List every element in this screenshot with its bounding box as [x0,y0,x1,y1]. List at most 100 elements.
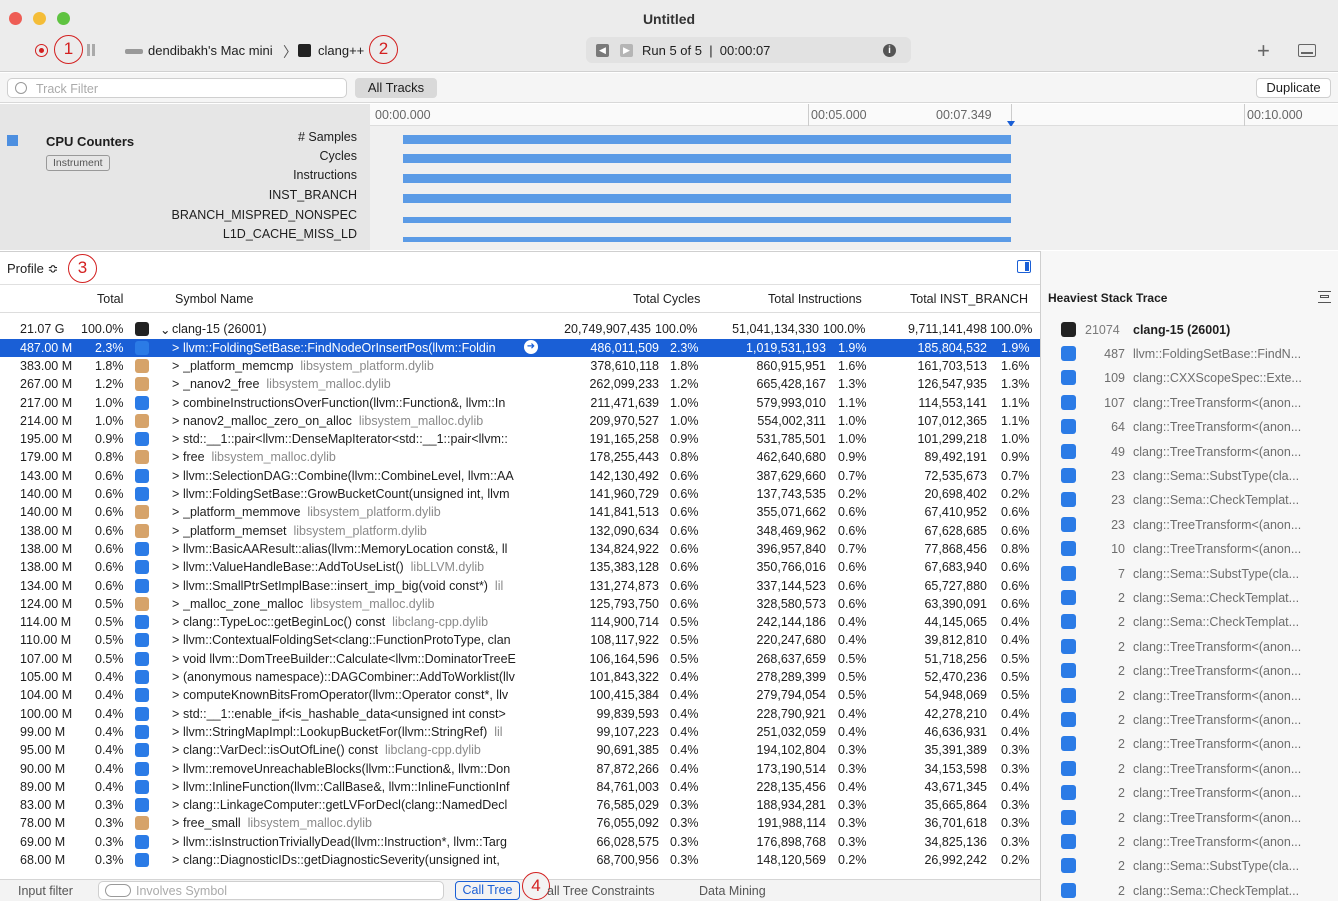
table-row[interactable]: 134.00 M 0.6% > llvm::SmallPtrSetImplBase::… [0,577,1040,595]
heaviest-item[interactable]: 23 clang::TreeTransform<(anon... [1041,513,1338,537]
disclosure-right-icon[interactable]: > [172,505,179,519]
involves-symbol-input[interactable]: Involves Symbol [98,881,444,900]
device-label[interactable]: dendibakh's Mac mini [148,43,273,58]
heaviest-item[interactable]: 49 clang::TreeTransform<(anon... [1041,440,1338,464]
table-row[interactable]: 138.00 M 0.6% > llvm::ValueHandleBase::AddT… [0,558,1040,576]
disclosure-right-icon[interactable]: > [172,560,179,574]
disclosure-right-icon[interactable]: > [172,780,179,794]
panel-toggle-icon[interactable] [1298,44,1316,57]
table-row[interactable]: 100.00 M 0.4% > std::__1::enable_if<is_hash… [0,705,1040,723]
disclosure-right-icon[interactable]: > [172,688,179,702]
heaviest-item[interactable]: 107 clang::TreeTransform<(anon... [1041,391,1338,415]
data-mining-tab[interactable]: Data Mining [699,884,766,898]
table-row[interactable]: 214.00 M 1.0% > nanov2_malloc_zero_on_alloc… [0,412,1040,430]
heaviest-item[interactable]: 10 clang::TreeTransform<(anon... [1041,537,1338,561]
heaviest-item[interactable]: 2 clang::TreeTransform<(anon... [1041,757,1338,781]
disclosure-right-icon[interactable]: > [172,816,179,830]
record-button[interactable] [35,44,48,57]
table-row[interactable]: 143.00 M 0.6% > llvm::SelectionDAG::Combine… [0,467,1040,485]
col-total-cycles[interactable]: Total Cycles [633,292,700,306]
track-filter-input[interactable]: Track Filter [7,78,347,98]
heaviest-item[interactable]: 2 clang::TreeTransform<(anon... [1041,830,1338,854]
disclosure-right-icon[interactable]: > [172,633,179,647]
pause-icon[interactable] [87,44,90,56]
disclosure-right-icon[interactable]: > [172,432,179,446]
call-tree-tab[interactable]: Call Tree [455,881,520,900]
heaviest-item[interactable]: 2 clang::Sema::CheckTemplat... [1041,879,1338,903]
table-row-root[interactable]: 21.07 G 100.0% ⌄ clang-15 (26001) 20,749… [0,320,1040,338]
heaviest-item[interactable]: 2 clang::Sema::CheckTemplat... [1041,586,1338,610]
table-row[interactable]: 90.00 M 0.4% > llvm::removeUnreachableBlock… [0,760,1040,778]
disclosure-right-icon[interactable]: > [172,670,179,684]
table-row[interactable]: 83.00 M 0.3% > clang::LinkageComputer::getL… [0,796,1040,814]
table-row[interactable]: 138.00 M 0.6% > llvm::BasicAAResult::alias(… [0,540,1040,558]
disclosure-right-icon[interactable]: > [172,469,179,483]
disclosure-right-icon[interactable]: > [172,725,179,739]
disclosure-right-icon[interactable]: > [172,524,179,538]
heaviest-item[interactable]: 2 clang::TreeTransform<(anon... [1041,806,1338,830]
duplicate-button[interactable]: Duplicate [1256,78,1331,98]
disclosure-right-icon[interactable]: > [172,615,179,629]
heaviest-item[interactable]: 487 llvm::FoldingSetBase::FindN... [1041,342,1338,366]
disclosure-right-icon[interactable]: > [172,652,179,666]
heaviest-item[interactable]: 2 clang::TreeTransform<(anon... [1041,659,1338,683]
table-row[interactable]: 487.00 M 2.3% > llvm::FoldingSetBase::FindN… [0,338,1040,357]
disclosure-right-icon[interactable]: > [172,743,179,757]
disclosure-right-icon[interactable]: > [172,414,179,428]
col-total-instructions[interactable]: Total Instructions [768,292,862,306]
table-row[interactable]: 383.00 M 1.8% > _platform_memcmp libsystem_… [0,357,1040,375]
table-row[interactable]: 78.00 M 0.3% > free_small libsystem_malloc.… [0,814,1040,832]
table-row[interactable]: 89.00 M 0.4% > llvm::InlineFunction(llvm::C… [0,778,1040,796]
heaviest-item[interactable]: 2 clang::TreeTransform<(anon... [1041,684,1338,708]
disclosure-right-icon[interactable]: > [172,853,179,867]
previous-run-icon[interactable]: ◀ [596,44,609,57]
disclosure-right-icon[interactable]: > [172,396,179,410]
go-to-arrow-icon[interactable]: ➜ [524,339,538,354]
disclosure-right-icon[interactable]: > [172,377,179,391]
col-total-inst-branch[interactable]: Total INST_BRANCH [910,292,1028,306]
table-row[interactable]: 179.00 M 0.8% > free libsystem_malloc.dylib… [0,448,1040,466]
heaviest-item[interactable]: 23 clang::Sema::SubstType(cla... [1041,464,1338,488]
col-symbol-name[interactable]: Symbol Name [175,292,254,306]
profile-selector[interactable]: Profile ≎ [7,261,58,277]
table-row[interactable]: 195.00 M 0.9% > std::__1::pair<llvm::DenseM… [0,430,1040,448]
table-row[interactable]: 95.00 M 0.4% > clang::VarDecl::isOutOfLine(… [0,741,1040,759]
heaviest-item[interactable]: 7 clang::Sema::SubstType(cla... [1041,562,1338,586]
heaviest-item[interactable]: 23 clang::Sema::CheckTemplat... [1041,488,1338,512]
disclosure-right-icon[interactable]: > [172,835,179,849]
heaviest-item[interactable]: 64 clang::TreeTransform<(anon... [1041,415,1338,439]
table-row[interactable]: 110.00 M 0.5% > llvm::ContextualFoldingSet<… [0,631,1040,649]
disclosure-right-icon[interactable]: > [172,798,179,812]
heaviest-item[interactable]: 2 clang::TreeTransform<(anon... [1041,781,1338,805]
disclosure-right-icon[interactable]: > [172,762,179,776]
heaviest-item[interactable]: 2 clang::Sema::CheckTemplat... [1041,610,1338,634]
counter-graphs[interactable] [370,126,1338,250]
table-row[interactable]: 138.00 M 0.6% > _platform_memset libsystem_… [0,522,1040,540]
table-row[interactable]: 99.00 M 0.4% > llvm::StringMapImpl::LookupB… [0,723,1040,741]
table-row[interactable]: 124.00 M 0.5% > _malloc_zone_malloc libsyst… [0,595,1040,613]
table-row[interactable]: 68.00 M 0.3% > clang::DiagnosticIDs::getDia… [0,851,1040,869]
heaviest-item[interactable]: 2 clang::Sema::SubstType(cla... [1041,854,1338,878]
table-row[interactable]: 217.00 M 1.0% > combineInstructionsOverFunc… [0,394,1040,412]
col-total[interactable]: Total [97,292,123,306]
disclosure-right-icon[interactable]: > [172,579,179,593]
add-instrument-button[interactable]: + [1257,38,1270,64]
heaviest-item[interactable]: 2 clang::TreeTransform<(anon... [1041,635,1338,659]
all-tracks-button[interactable]: All Tracks [355,78,437,98]
disclosure-right-icon[interactable]: > [172,450,179,464]
table-row[interactable]: 69.00 M 0.3% > llvm::isInstructionTrivially… [0,833,1040,851]
next-run-icon[interactable]: ▶ [620,44,633,57]
target-label[interactable]: clang++ [318,43,364,58]
info-icon[interactable]: i [883,44,896,57]
expand-icon[interactable] [1318,291,1331,303]
heaviest-root[interactable]: 21074 clang-15 (26001) [1041,318,1338,342]
table-row[interactable]: 105.00 M 0.4% > (anonymous namespace)::DAGC… [0,668,1040,686]
disclosure-right-icon[interactable]: > [172,359,179,373]
sidebar-toggle-icon[interactable] [1017,260,1031,273]
table-row[interactable]: 114.00 M 0.5% > clang::TypeLoc::getBeginLoc… [0,613,1040,631]
heaviest-item[interactable]: 2 clang::TreeTransform<(anon... [1041,708,1338,732]
disclosure-right-icon[interactable]: > [172,341,179,355]
call-tree-constraints-tab[interactable]: all Tree Constraints [547,884,655,898]
heaviest-item[interactable]: 109 clang::CXXScopeSpec::Exte... [1041,366,1338,390]
heaviest-item[interactable]: 2 clang::TreeTransform<(anon... [1041,732,1338,756]
